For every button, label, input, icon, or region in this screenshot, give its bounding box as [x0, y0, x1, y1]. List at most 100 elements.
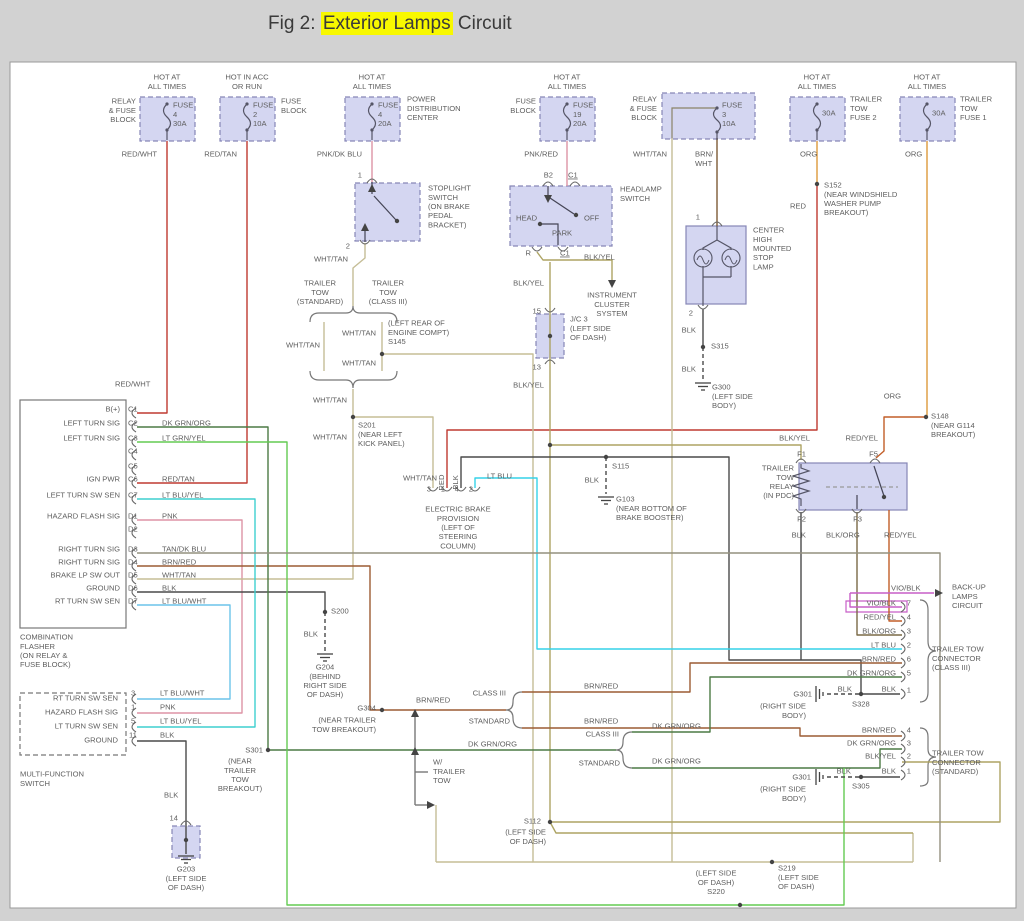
- diagram-label: 4: [907, 726, 911, 735]
- diagram-label: G301: [793, 690, 812, 699]
- diagram-label: PNK: [160, 703, 176, 712]
- diagram-label: BLK: [792, 531, 806, 540]
- diagram-label: 1: [907, 767, 911, 776]
- diagram-label: LEFT TURN SIG: [63, 434, 120, 443]
- junction-dot: [815, 182, 819, 186]
- junction-dot: [351, 415, 355, 419]
- diagram-label: C3: [128, 434, 138, 443]
- diagram-label: DK GRN/ORG: [847, 669, 896, 678]
- diagram-label: BLK/YEL: [584, 253, 615, 262]
- diagram-label: F2: [797, 515, 806, 524]
- fuse-terminal: [370, 128, 373, 131]
- diagram-label: BLK: [304, 630, 318, 639]
- diagram-label: BLK: [164, 791, 178, 800]
- diagram-label: LT BLU/WHT: [160, 689, 205, 698]
- diagram-label: BLK: [882, 685, 896, 694]
- diagram-label: RIGHT TURN SIG: [58, 545, 120, 554]
- diagram-label: WHT/TAN: [633, 150, 667, 159]
- diagram-label: BLK: [837, 767, 851, 776]
- diagram-label: BLK/YEL: [513, 279, 544, 288]
- diagram-label: C4: [128, 447, 138, 456]
- diagram-label: S112: [524, 817, 541, 826]
- diagram-label: 4: [455, 485, 459, 494]
- diagram-label: BRN/WHT: [695, 150, 714, 168]
- diagram-label: D3: [128, 545, 138, 554]
- diagram-label: COMBINATIONFLASHER(ON RELAY &FUSE BLOCK): [20, 633, 73, 670]
- diagram-label: TRAILER TOWCONNECTOR(STANDARD): [932, 749, 984, 776]
- junction-dot: [266, 748, 270, 752]
- fuse-terminal: [715, 106, 718, 109]
- diagram-label: 15: [533, 307, 541, 316]
- diagram-label: G301: [792, 773, 811, 782]
- diagram-label: F3: [853, 515, 862, 524]
- fuse-terminal: [245, 128, 248, 131]
- diagram-label: ORG: [800, 150, 817, 159]
- wiring-diagram-svg: HOT ATALL TIMESRELAY& FUSEBLOCKFUSE430AR…: [0, 0, 1024, 921]
- diagram-label: LT BLU/WHT: [162, 597, 207, 606]
- fuse-terminal: [815, 102, 818, 105]
- diagram-label: 30A: [822, 109, 836, 118]
- diagram-label: 2: [346, 242, 350, 251]
- diagram-label: BRN/RED: [416, 696, 451, 705]
- diagram-label: S115: [612, 462, 629, 471]
- diagram-label: RELAY& FUSEBLOCK: [109, 97, 136, 124]
- diagram-label: 1: [696, 213, 700, 222]
- diagram-label: 30A: [932, 109, 946, 118]
- diagram-label: C5: [128, 462, 138, 471]
- junction-dot: [924, 415, 928, 419]
- diagram-label: CLASS III: [473, 689, 506, 698]
- fuse-terminal: [925, 128, 928, 131]
- diagram-label: DK GRN/ORG: [468, 740, 517, 749]
- diagram-label: BLK: [682, 326, 696, 335]
- junction-dot: [184, 838, 188, 842]
- diagram-label: STOPLIGHTSWITCH(ON BRAKEPEDALBRACKET): [428, 184, 471, 230]
- junction-dot: [548, 820, 552, 824]
- diagram-label: 5: [907, 669, 911, 678]
- diagram-label: BRN/RED: [862, 655, 897, 664]
- diagram-label: BLK/YEL: [779, 434, 810, 443]
- diagram-label: D5: [128, 571, 138, 580]
- diagram-label: 1: [907, 686, 911, 695]
- diagram-label: R: [526, 249, 532, 258]
- diagram-label: C6: [128, 475, 138, 484]
- diagram-label: 3: [131, 689, 135, 698]
- diagram-label: S301: [245, 746, 263, 755]
- diagram-label: 2: [689, 309, 693, 318]
- junction-dot: [882, 495, 886, 499]
- diagram-label: VIO/BLK: [891, 584, 921, 593]
- junction-dot: [380, 708, 384, 712]
- diagram-label: RED/YEL: [864, 613, 897, 622]
- diagram-label: F5: [869, 450, 878, 459]
- diagram-label: RED/TAN: [204, 150, 237, 159]
- diagram-label: CLASS III: [586, 730, 619, 739]
- fuse-terminal: [245, 102, 248, 105]
- diagram-label: STANDARD: [579, 759, 621, 768]
- diagram-label: BLK: [585, 476, 599, 485]
- diagram-label: G304: [357, 704, 376, 713]
- diagram-label: (NEAR TRAILERTOW BREAKOUT): [312, 716, 377, 734]
- diagram-label: WHT/TAN: [313, 433, 347, 442]
- diagram-label: BLK: [160, 731, 174, 740]
- diagram-label: ORG: [905, 150, 922, 159]
- diagram-label: 6: [907, 655, 911, 664]
- diagram-label: RED/YEL: [846, 434, 879, 443]
- junction-dot: [548, 443, 552, 447]
- diagram-label: BLK/YEL: [865, 752, 896, 761]
- diagram-label: IGN PWR: [87, 475, 121, 484]
- diagram-label: WHT/TAN: [342, 329, 376, 338]
- diagram-label: S328: [852, 700, 870, 709]
- diagram-label: LT TURN SW SEN: [55, 722, 118, 731]
- diagram-label: 11: [129, 731, 137, 740]
- diagram-label: C1: [560, 249, 570, 258]
- diagram-label: C1: [128, 405, 138, 414]
- diagram-label: GROUND: [84, 736, 118, 745]
- junction-dot: [770, 860, 774, 864]
- junction-dot: [738, 903, 742, 907]
- diagram-label: BRN/RED: [584, 682, 619, 691]
- diagram-label: 1: [358, 171, 362, 180]
- diagram-label: D1: [128, 512, 138, 521]
- diagram-label: WHT/TAN: [162, 571, 196, 580]
- fuse-terminal: [925, 102, 928, 105]
- diagram-label: DK GRN/ORG: [847, 739, 896, 748]
- diagram-label: BLK: [162, 584, 176, 593]
